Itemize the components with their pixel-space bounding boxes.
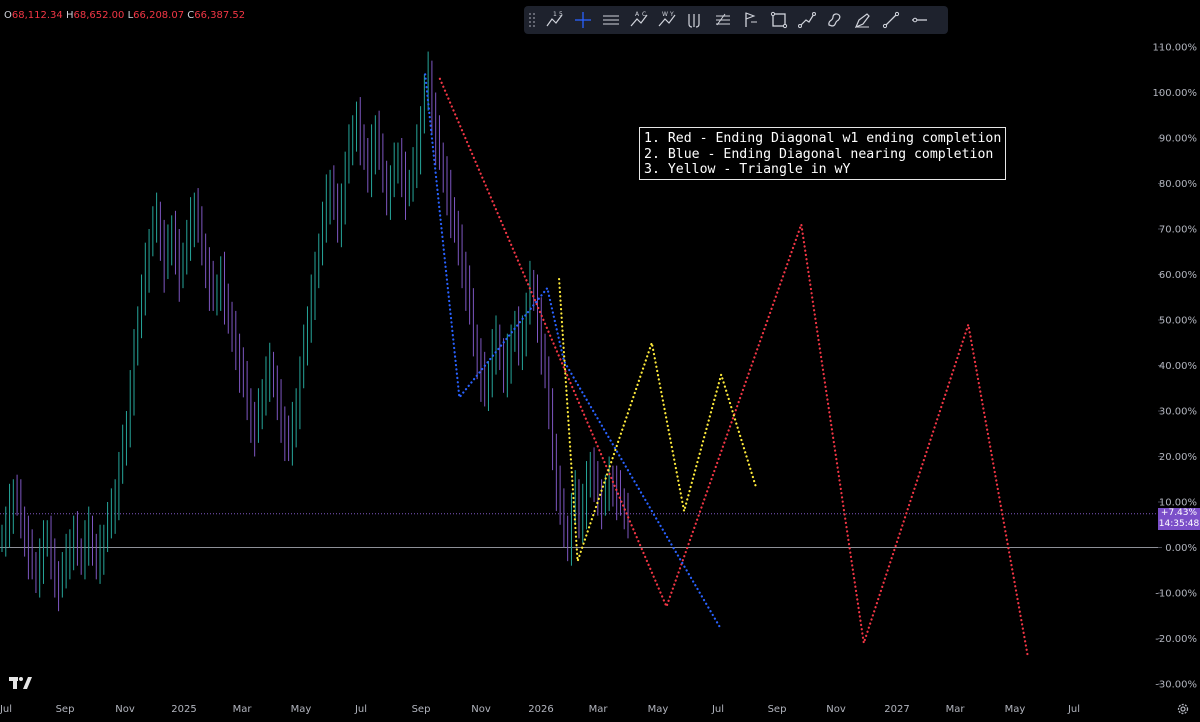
toolbar-drag-handle[interactable]	[528, 12, 536, 28]
wave-label-c: C	[642, 11, 646, 18]
high-value: 68,652.00	[73, 10, 125, 21]
price-tick-label: 50.00%	[1159, 316, 1197, 327]
legend-line-blue: 2. Blue - Ending Diagonal nearing comple…	[644, 146, 994, 162]
time-tick-label: Jul	[354, 704, 367, 715]
elliott-numbers-icon: 1 5	[546, 11, 563, 27]
price-tick-label: 10.00%	[1159, 498, 1197, 509]
price-tick-label: 80.00%	[1159, 179, 1197, 190]
gear-icon	[1177, 703, 1189, 715]
time-tick-label: Mar	[233, 704, 253, 715]
pen-icon	[854, 13, 870, 29]
price-range-button[interactable]	[738, 8, 764, 32]
price-tick-label: 20.00%	[1159, 452, 1197, 463]
legend-line-red: 1. Red - Ending Diagonal w1 ending compl…	[644, 131, 1002, 146]
price-tick-label: -20.00%	[1155, 634, 1197, 645]
path-icon	[798, 12, 816, 28]
wxy-wave-button[interactable]: W Y	[654, 8, 680, 32]
time-tick-label: May	[291, 704, 312, 715]
open-value: 68,112.34	[11, 10, 63, 21]
time-tick-label: Jul	[1067, 704, 1080, 715]
legend-line-yellow: 3. Yellow - Triangle in wY	[644, 162, 851, 177]
fib-retracement-icon	[716, 13, 730, 26]
trend-line-icon	[882, 11, 900, 29]
time-axis[interactable]: Jul Sep Nov 2025 Mar May Jul Sep Nov 2026 Mar May Ju…	[0, 704, 1080, 715]
fib-button[interactable]	[710, 8, 736, 32]
close-value: 66,387.52	[194, 10, 246, 21]
price-tick-label: -10.00%	[1155, 589, 1197, 600]
parallel-lines-button[interactable]	[598, 8, 624, 32]
ohlc-readout: O68,112.34 H68,652.00 L66,208.07 C66,387…	[4, 10, 245, 21]
pen-button[interactable]	[850, 8, 876, 32]
time-tick-label: Nov	[115, 704, 135, 715]
annotation-legend[interactable]: 1. Red - Ending Diagonal w1 ending compl…	[639, 127, 1007, 180]
time-tick-label: 2026	[528, 704, 553, 715]
parallel-lines-icon	[603, 15, 619, 25]
price-tick-label: 70.00%	[1159, 225, 1197, 236]
fork-button[interactable]	[682, 8, 708, 32]
time-tick-label: Nov	[826, 704, 846, 715]
chart-settings-button[interactable]	[1176, 701, 1190, 720]
price-tick-label: 40.00%	[1159, 361, 1197, 372]
tradingview-logo[interactable]	[9, 675, 33, 694]
price-range-icon	[745, 12, 757, 27]
high-label: H	[65, 10, 74, 21]
price-tick-label: 0.00%	[1165, 543, 1197, 554]
wave-label-a: A	[635, 11, 640, 18]
time-tick-label: May	[1005, 704, 1026, 715]
wave-label-w: W	[662, 11, 668, 18]
yellow-projection-path[interactable]	[557, 278, 758, 562]
time-tick-label: May	[648, 704, 669, 715]
time-tick-label: Mar	[946, 704, 966, 715]
low-value: 66,208.07	[133, 10, 185, 21]
time-tick-label: 2027	[884, 704, 909, 715]
horizontal-ray-button[interactable]	[906, 8, 932, 32]
open-label: O	[4, 10, 12, 21]
crosshair-button[interactable]	[570, 8, 596, 32]
wave-label-1: 1	[553, 11, 557, 18]
time-tick-label: Sep	[56, 704, 75, 715]
price-axis[interactable]: 110.00% 100.00% 90.00% 80.00% 70.00% 60.00% 50…	[1153, 43, 1198, 691]
time-tick-label: Jul	[711, 704, 724, 715]
price-tick-label: 30.00%	[1159, 407, 1197, 418]
rectangle-button[interactable]	[766, 8, 792, 32]
path-button[interactable]	[794, 8, 820, 32]
time-tick-label: Mar	[589, 704, 609, 715]
price-tick-label: -30.00%	[1155, 680, 1197, 691]
rectangle-icon	[770, 11, 788, 29]
wave-label-y: Y	[669, 11, 674, 18]
price-candles	[1, 51, 629, 612]
price-change-badge: +7.43%	[1158, 508, 1200, 519]
wxy-wave-icon: W Y	[658, 11, 676, 27]
trend-line-button[interactable]	[878, 8, 904, 32]
brush-button[interactable]	[822, 8, 848, 32]
tradingview-logo-icon	[9, 677, 32, 689]
fork-icon	[688, 14, 700, 28]
time-tick-label: Nov	[471, 704, 491, 715]
abc-wave-icon: A C	[630, 11, 648, 27]
time-tick-label: Sep	[768, 704, 787, 715]
time-tick-label: Jul	[0, 704, 12, 715]
brush-icon	[828, 13, 841, 27]
price-tick-label: 90.00%	[1159, 134, 1197, 145]
abc-wave-button[interactable]: A C	[626, 8, 652, 32]
price-tick-label: 60.00%	[1159, 270, 1197, 281]
price-tick-label: 100.00%	[1153, 88, 1198, 99]
price-tick-label: 110.00%	[1153, 43, 1198, 54]
time-tick-label: Sep	[412, 704, 431, 715]
time-tick-label: 2025	[171, 704, 196, 715]
chart-area[interactable]: 110.00%100.00%90.00%80.00%70.00%60.00%50…	[0, 0, 1200, 722]
horizontal-ray-icon	[912, 17, 927, 23]
countdown-badge: 14:35:48	[1158, 519, 1200, 530]
elliott-numbers-button[interactable]: 1 5	[542, 8, 568, 32]
drawing-toolbar[interactable]: 1 5 A C W Y	[524, 6, 948, 34]
crosshair-icon	[575, 12, 591, 28]
wave-label-5: 5	[559, 11, 563, 18]
